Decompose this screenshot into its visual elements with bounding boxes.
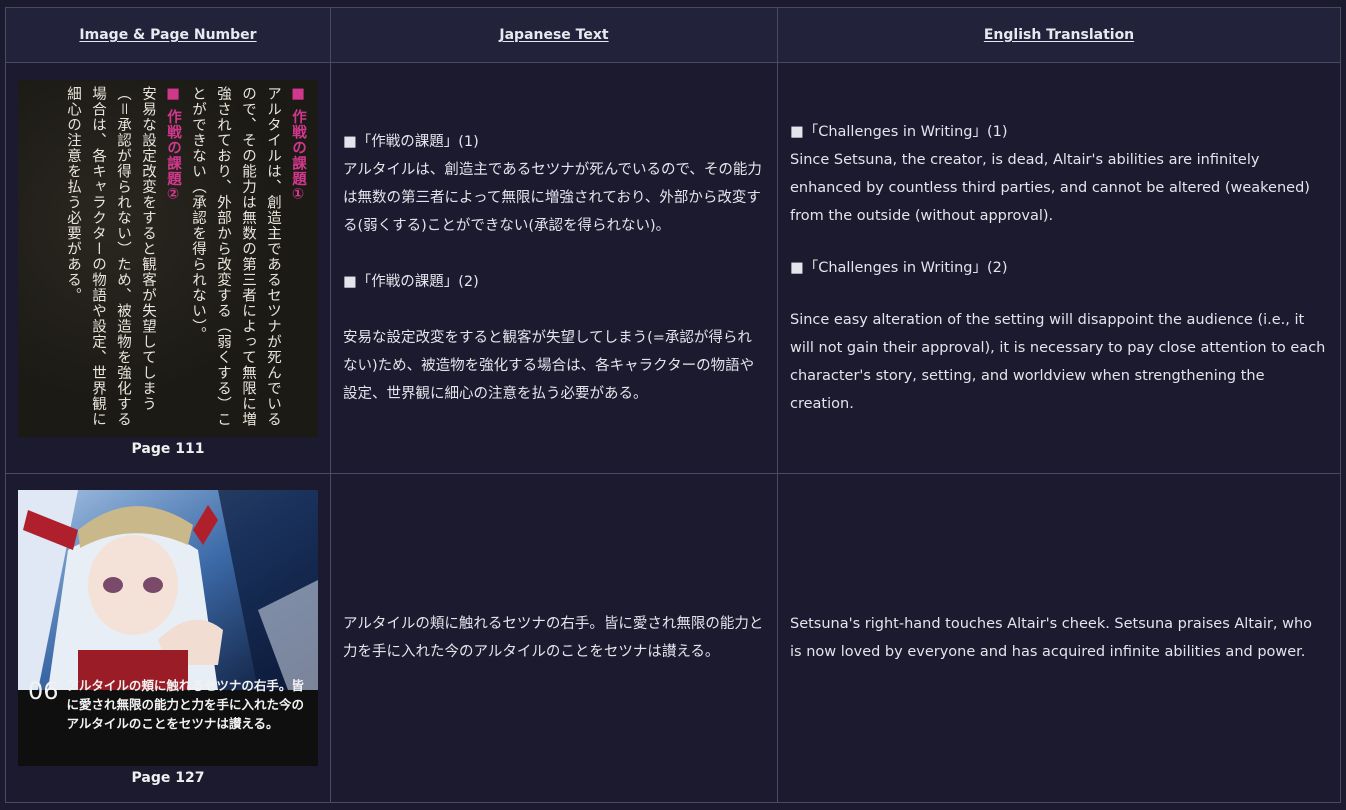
- image-cell: ■ 作戦の課題① アルタイルは、創造主であるセツナが死んでいるので、その能力は無…: [5, 62, 331, 474]
- english-cell: Setsuna's right-hand touches Altair's ch…: [777, 473, 1341, 803]
- scan-body-1: アルタイルは、創造主であるセツナが死んでいるので、その能力は無数の第三者によって…: [190, 85, 281, 427]
- table-row: 06 アルタイルの頬に触れるセツナの右手。皆に愛され無限の能力と力を手に入れた今…: [5, 473, 1341, 803]
- scan-body-2: 安易な設定改変をすると観客が失望してしまう（＝承認が得られない）ため、被造物を強…: [65, 85, 156, 427]
- en-paragraph: Setsuna's right-hand touches Altair's ch…: [790, 616, 1313, 660]
- en-heading-2: ■「Challenges in Writing」(2): [790, 260, 1008, 276]
- jp-paragraph-2: 安易な設定改変をすると観客が失望してしまう(=承認が得られない)ため、被造物を強…: [343, 330, 755, 402]
- english-cell: ■「Challenges in Writing」(1) Since Setsun…: [777, 62, 1341, 474]
- scan-caption: 06 アルタイルの頬に触れるセツナの右手。皆に愛され無限の能力と力を手に入れた今…: [28, 676, 313, 733]
- book-scan-image: 06 アルタイルの頬に触れるセツナの右手。皆に愛され無限の能力と力を手に入れた今…: [18, 490, 318, 766]
- page-caption: Page 111: [131, 440, 205, 457]
- jp-heading-2: ■「作戦の課題」(2): [343, 274, 479, 290]
- jp-heading-1: ■「作戦の課題」(1): [343, 134, 479, 150]
- anime-character-illustration: [18, 490, 318, 690]
- scan-heading-1: ■ 作戦の課題①: [290, 85, 306, 204]
- header-row: Image & Page Number Japanese Text Englis…: [5, 7, 1341, 63]
- book-scan-image: ■ 作戦の課題① アルタイルは、創造主であるセツナが死んでいるので、その能力は無…: [18, 79, 318, 437]
- table-row: ■ 作戦の課題① アルタイルは、創造主であるセツナが死んでいるので、その能力は無…: [5, 62, 1341, 474]
- image-cell: 06 アルタイルの頬に触れるセツナの右手。皆に愛され無限の能力と力を手に入れた今…: [5, 473, 331, 803]
- scan-heading-2: ■ 作戦の課題②: [165, 85, 181, 204]
- scan-caption-number: 06: [28, 677, 59, 705]
- scan-vertical-text: ■ 作戦の課題① アルタイルは、創造主であるセツナが死んでいるので、その能力は無…: [60, 86, 310, 431]
- header-image-page[interactable]: Image & Page Number: [5, 7, 331, 63]
- header-english[interactable]: English Translation: [777, 7, 1341, 63]
- en-heading-1: ■「Challenges in Writing」(1): [790, 124, 1008, 140]
- japanese-cell: ■「作戦の課題」(1) アルタイルは、創造主であるセツナが死んでいるので、その能…: [330, 62, 778, 474]
- scan-caption-text: アルタイルの頬に触れるセツナの右手。皆に愛され無限の能力と力を手に入れた今のアル…: [66, 678, 305, 731]
- jp-paragraph: アルタイルの頬に触れるセツナの右手。皆に愛され無限の能力と力を手に入れた今のアル…: [343, 616, 764, 660]
- translation-table: Image & Page Number Japanese Text Englis…: [5, 7, 1341, 803]
- en-paragraph-1: Since Setsuna, the creator, is dead, Alt…: [790, 152, 1310, 224]
- en-paragraph-2: Since easy alteration of the setting wil…: [790, 312, 1326, 412]
- japanese-cell: アルタイルの頬に触れるセツナの右手。皆に愛され無限の能力と力を手に入れた今のアル…: [330, 473, 778, 803]
- page-caption: Page 127: [131, 770, 205, 786]
- header-japanese[interactable]: Japanese Text: [330, 7, 778, 63]
- jp-paragraph-1: アルタイルは、創造主であるセツナが死んでいるので、その能力は無数の第三者によって…: [343, 162, 762, 234]
